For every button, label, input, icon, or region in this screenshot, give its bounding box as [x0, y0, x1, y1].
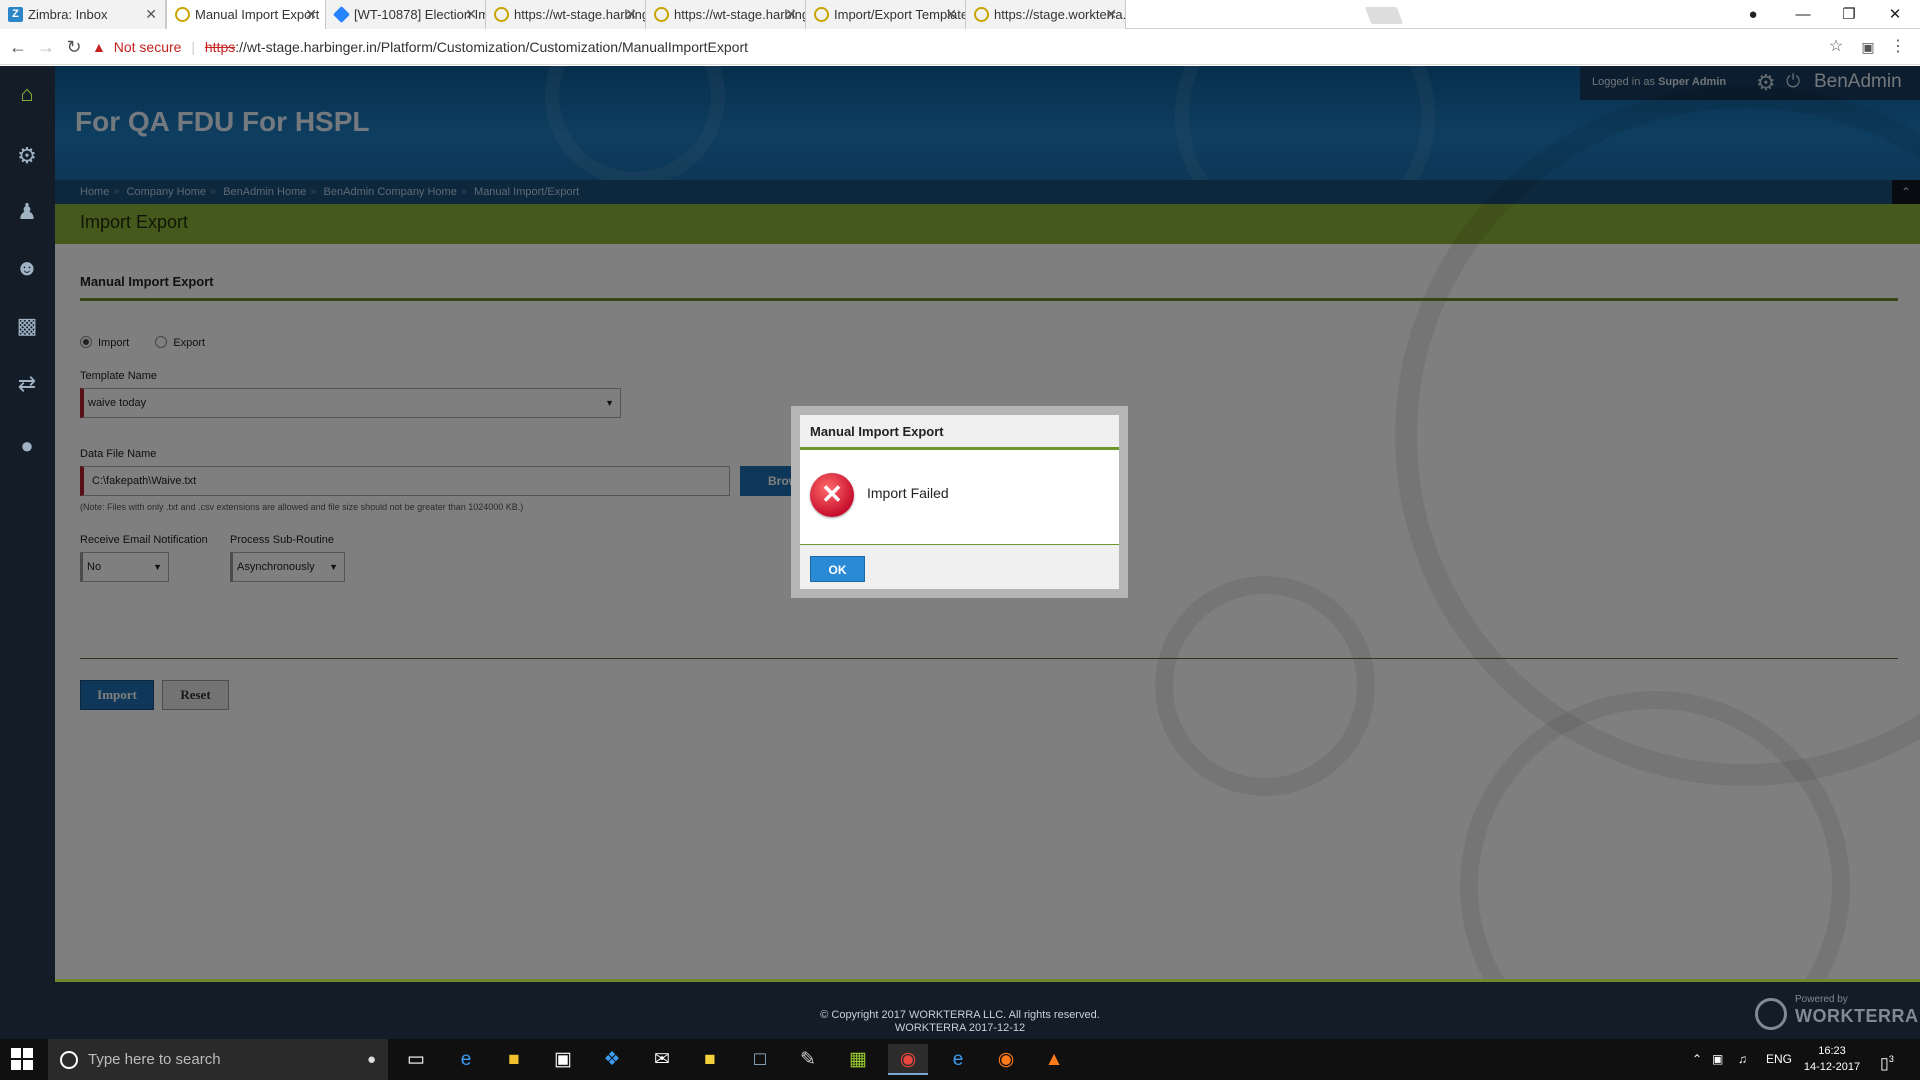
copyright-text: © Copyright 2017 WORKTERRA LLC. All righ… [820, 1009, 1100, 1021]
dialog-title: Manual Import Export [800, 415, 1119, 450]
microphone-icon[interactable]: ● [367, 1039, 376, 1080]
reports-chart-icon[interactable]: ▩ [11, 310, 43, 342]
dialog-footer: OK [800, 544, 1119, 589]
powered-by-label: Powered by [1795, 994, 1848, 1005]
site-icon [974, 7, 989, 22]
tab-import-export-template[interactable]: Import/Export Template ✕ [806, 0, 966, 29]
minimize-button[interactable]: — [1780, 0, 1826, 29]
close-icon[interactable]: ✕ [1105, 0, 1117, 29]
safari-compass-icon[interactable]: ❖ [592, 1044, 632, 1075]
menu-dots-icon[interactable]: ⋮ [1886, 35, 1910, 59]
tab-label: Manual Import Export [195, 7, 320, 22]
error-icon: ✕ [810, 473, 854, 517]
profile-icon[interactable]: ● [1730, 0, 1776, 29]
bookmark-star-icon[interactable]: ☆ [1824, 35, 1848, 59]
not-secure-label[interactable]: Not secure [114, 39, 182, 55]
close-icon[interactable]: ✕ [945, 0, 957, 29]
chrome-icon[interactable]: ◉ [888, 1044, 928, 1075]
mail-icon[interactable]: ✉ [642, 1044, 682, 1075]
page-footer: © Copyright 2017 WORKTERRA LLC. All righ… [0, 979, 1920, 1039]
network-icon[interactable]: ▣ [1712, 1039, 1723, 1080]
spreadsheet-app-icon[interactable]: ▦ [838, 1044, 878, 1075]
ok-button[interactable]: OK [810, 556, 865, 582]
close-icon[interactable]: ✕ [625, 0, 637, 29]
close-icon[interactable]: ✕ [465, 0, 477, 29]
transfer-arrows-icon[interactable]: ⇄ [11, 368, 43, 400]
taskbar-search[interactable]: Type here to search ● [48, 1039, 388, 1080]
tab-zimbra[interactable]: Z Zimbra: Inbox ✕ [0, 0, 166, 29]
new-tab-button[interactable] [1364, 7, 1404, 24]
language-indicator[interactable]: ENG [1766, 1039, 1792, 1080]
browser-tabstrip: Z Zimbra: Inbox ✕ Manual Import Export ✕… [0, 0, 1920, 29]
error-dialog-body: Manual Import Export ✕ Import Failed OK [800, 415, 1119, 589]
users-admin-icon[interactable]: ♟ [11, 196, 43, 228]
paint-icon[interactable]: ✎ [788, 1044, 828, 1075]
tab-jira[interactable]: [WT-10878] Election Imp ✕ [326, 0, 486, 29]
edge-icon[interactable]: e [446, 1044, 486, 1075]
notification-count: 3 [1888, 1054, 1894, 1064]
warning-icon: ▲ [92, 39, 106, 55]
notepad-icon[interactable]: □ [740, 1044, 780, 1075]
store-icon[interactable]: ▣ [543, 1044, 583, 1075]
address-bar: ← → ↻ ▲ Not secure | https://wt-stage.ha… [0, 29, 1920, 65]
site-icon [175, 7, 190, 22]
tray-chevron-icon[interactable]: ⌃ [1692, 1039, 1702, 1080]
notifications-icon[interactable]: ▯3 [1880, 1039, 1894, 1080]
workterra-logo-icon [1755, 998, 1787, 1030]
powered-by-logo: Powered by WORKTERRA [1755, 994, 1918, 1034]
close-icon[interactable]: ✕ [145, 0, 157, 29]
window-close-button[interactable]: ✕ [1872, 0, 1918, 29]
windows-taskbar: Type here to search ● ▭ e ■ ▣ ❖ ✉ ■ □ ✎ … [0, 1039, 1920, 1080]
tab-workterra-stage[interactable]: https://stage.workterra.n ✕ [966, 0, 1126, 29]
forward-icon[interactable]: → [34, 35, 58, 59]
windows-start-icon[interactable] [10, 1047, 34, 1071]
tab-wt-stage-1[interactable]: https://wt-stage.harbing ✕ [486, 0, 646, 29]
clock-time: 16:23 [1818, 1045, 1846, 1057]
task-view-icon[interactable]: ▭ [396, 1044, 436, 1075]
burn-app-icon[interactable]: ▲ [1034, 1044, 1074, 1075]
reload-icon[interactable]: ↻ [62, 35, 86, 59]
close-icon[interactable]: ✕ [305, 0, 317, 29]
brand-name: WORKTERRA [1795, 1006, 1919, 1026]
chat-icon[interactable]: ● [11, 430, 43, 462]
file-explorer-icon[interactable]: ■ [494, 1044, 534, 1075]
url-protocol: https [204, 39, 236, 55]
extension-icon[interactable]: ▣ [1856, 35, 1880, 59]
internet-explorer-icon[interactable]: e [938, 1044, 978, 1075]
site-icon [654, 7, 669, 22]
volume-icon[interactable]: ♫ [1738, 1039, 1747, 1080]
tab-manual-import-export[interactable]: Manual Import Export ✕ [166, 0, 326, 29]
url-divider: | [191, 39, 195, 55]
url-text: ://wt-stage.harbinger.in/Platform/Custom… [235, 39, 749, 55]
search-placeholder: Type here to search [88, 1051, 221, 1068]
sticky-notes-icon[interactable]: ■ [690, 1044, 730, 1075]
left-sidebar: ⌂ ⚙ ♟ ☻ ▩ ⇄ ● [0, 66, 55, 979]
restore-button[interactable]: ❐ [1826, 0, 1872, 29]
site-icon [494, 7, 509, 22]
jira-icon [333, 6, 350, 23]
user-icon[interactable]: ☻ [11, 252, 43, 284]
zimbra-icon: Z [8, 7, 23, 22]
firefox-icon[interactable]: ◉ [986, 1044, 1026, 1075]
error-message: Import Failed [867, 485, 949, 501]
cortana-icon [60, 1051, 78, 1069]
customization-icon[interactable]: ⚙ [11, 140, 43, 172]
error-dialog: Manual Import Export ✕ Import Failed OK [791, 406, 1128, 598]
site-icon [814, 7, 829, 22]
back-icon[interactable]: ← [6, 35, 30, 59]
footer-accent-line [55, 979, 1920, 982]
home-icon[interactable]: ⌂ [11, 78, 43, 110]
taskbar-clock[interactable]: 16:23 14-12-2017 [1792, 1043, 1872, 1075]
url-field[interactable]: ▲ Not secure | https://wt-stage.harbinge… [92, 33, 1820, 61]
tab-label: Zimbra: Inbox [28, 7, 108, 22]
close-icon[interactable]: ✕ [785, 0, 797, 29]
tab-wt-stage-2[interactable]: https://wt-stage.harbing ✕ [646, 0, 806, 29]
build-text: WORKTERRA 2017-12-12 [894, 1022, 1026, 1034]
clock-date: 14-12-2017 [1803, 1061, 1861, 1073]
